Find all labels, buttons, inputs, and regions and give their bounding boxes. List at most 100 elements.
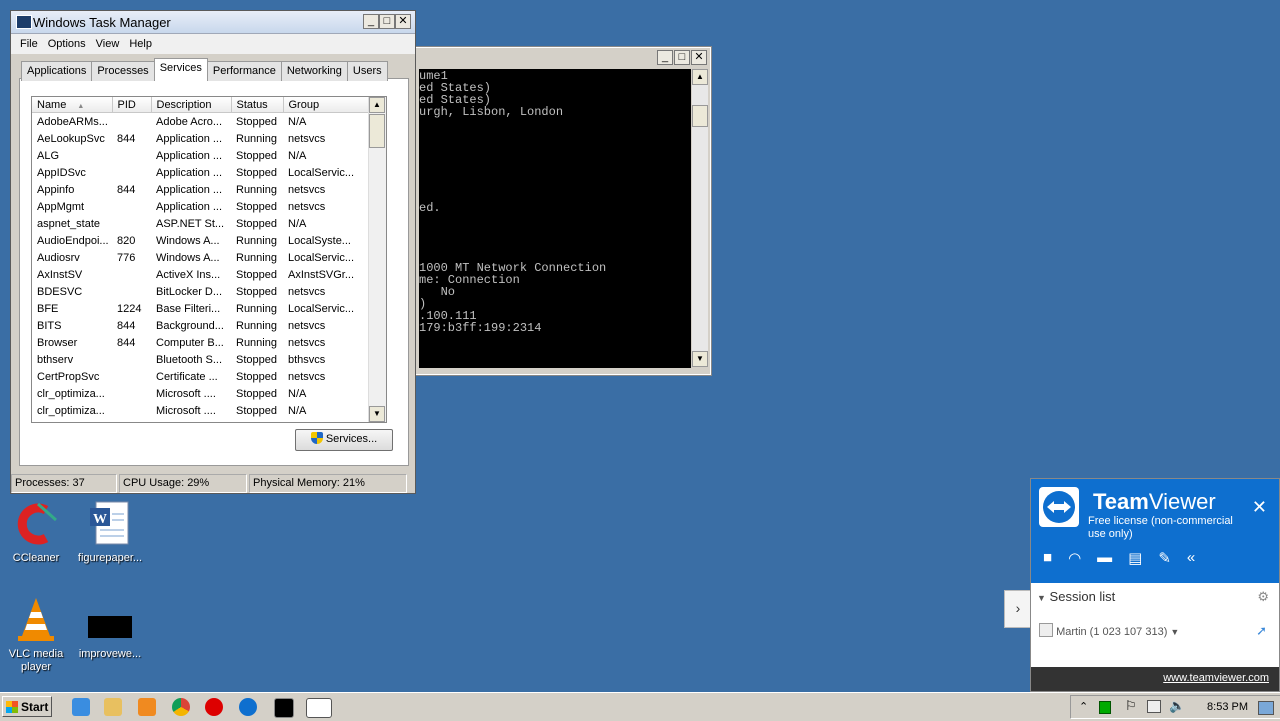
column-header-description[interactable]: Description [151,97,232,113]
desktop-icon-vlc[interactable]: VLC media player [0,596,76,674]
cmd-taskbar-icon[interactable] [274,698,294,718]
table-row[interactable]: AdobeARMs... Adobe Acro... Stopped N/A [32,113,369,131]
services-list[interactable]: Name ▲ PID Description Status Group Adob… [31,96,387,423]
column-header-status[interactable]: Status [231,97,284,113]
table-cell [112,368,151,385]
tab-strip: Applications Processes Services Performa… [21,58,388,81]
table-row[interactable]: AudioEndpoi... 820 Windows A... Running Loca… [32,232,369,249]
collapse-icon[interactable]: « [1187,549,1195,567]
teamviewer-website-link[interactable]: www.teamviewer.com [1163,672,1269,684]
table-row[interactable]: AeLookupSvc 844 Application ... Running nets… [32,130,369,147]
scroll-up-icon[interactable]: ▲ [369,97,385,113]
column-header-group[interactable]: Group [283,97,370,113]
table-cell: 1224 [117,302,142,315]
green-status-icon[interactable] [1099,701,1111,714]
task-manager-taskbar-icon[interactable] [306,698,332,718]
session-list-header[interactable]: ▼ Session list [1037,589,1115,604]
close-button[interactable]: ✕ [395,14,411,29]
column-header-name[interactable]: Name ▲ [32,97,113,113]
scroll-thumb[interactable] [369,114,385,148]
services-scrollbar[interactable]: ▲ ▼ [368,97,386,422]
start-button[interactable]: Start [2,696,52,717]
explorer-folder-icon[interactable] [104,698,122,716]
media-player-icon[interactable] [138,698,156,716]
internet-explorer-icon[interactable] [72,698,90,716]
minimize-button[interactable]: _ [363,14,379,29]
table-row[interactable]: Audiosrv 776 Windows A... Running LocalServi… [32,249,369,266]
menu-help[interactable]: Help [124,34,157,54]
table-cell: Stopped [236,404,277,417]
chat-icon[interactable]: ▬ [1097,549,1112,567]
teamviewer-taskbar-icon[interactable] [239,698,257,716]
tab-applications[interactable]: Applications [21,61,93,81]
table-row[interactable]: CertPropSvc Certificate ... Stopped netsvcs [32,368,369,385]
table-row[interactable]: bthserv Bluetooth S... Stopped bthsvcs [32,351,369,368]
column-header-pid[interactable]: PID [112,97,152,113]
minimize-button[interactable]: _ [657,50,673,65]
scroll-thumb[interactable] [692,105,708,127]
table-row[interactable]: clr_optimiza... Microsoft .... Stopped N/A [32,385,369,402]
clock[interactable]: 8:53 PM [1207,701,1248,713]
files-icon[interactable]: ▤ [1128,549,1142,567]
tab-networking[interactable]: Networking [280,61,348,81]
desktop-icon-figurepaper[interactable]: W figurepaper... [70,500,150,565]
table-cell: Certificate ... [156,370,218,383]
table-row[interactable]: BDESVC BitLocker D... Stopped netsvcs [32,283,369,300]
pointer-icon[interactable]: ➚ [1256,623,1267,639]
teamviewer-expand-button[interactable]: › [1004,590,1031,628]
gear-icon[interactable]: ⚙ [1257,589,1269,605]
table-cell: ALG [37,149,60,162]
console-window[interactable]: _ □ ✕ ume1 ed States) ed States) urgh, Lisb… [412,46,712,376]
teamviewer-panel[interactable]: TeamViewer Free license (non-commercial … [1030,478,1280,692]
table-cell [112,164,151,181]
tab-users[interactable]: Users [346,61,388,81]
desktop-icon-ccleaner[interactable]: CCleaner [0,500,76,565]
desktop-icon-improvewe[interactable]: improvewe... [70,596,150,661]
scroll-down-icon[interactable]: ▼ [692,351,708,367]
maximize-button[interactable]: □ [674,50,690,65]
opera-icon[interactable] [205,698,223,716]
table-row[interactable]: BFE 1224 Base Filteri... Running LocalServic… [32,300,369,317]
close-icon[interactable]: ✕ [1252,497,1267,518]
tab-processes[interactable]: Processes [91,61,155,81]
task-manager-window[interactable]: Windows Task Manager _ □ ✕ File Options … [10,10,416,494]
video-icon[interactable]: ■ [1043,549,1052,567]
services-button[interactable]: Services... [295,429,393,451]
table-row[interactable]: AxInstSV ActiveX Ins... Stopped AxInstSVGr.… [32,266,369,283]
headset-icon[interactable]: ◠ [1068,549,1081,567]
task-manager-icon [16,15,32,29]
table-cell: Microsoft .... [156,404,216,417]
task-manager-titlebar[interactable]: Windows Task Manager _ □ ✕ [11,11,415,34]
table-row[interactable]: clr_optimiza... Microsoft .... Stopped N/A [32,402,369,419]
network-icon[interactable] [1147,700,1161,713]
table-row[interactable]: aspnet_state ASP.NET St... Stopped N/A [32,215,369,232]
table-row[interactable]: AppMgmt Application ... Stopped netsvcs [32,198,369,215]
volume-icon[interactable]: 🔈 [1169,698,1185,714]
table-row[interactable]: Browser 844 Computer B... Running netsvcs [32,334,369,351]
maximize-button[interactable]: □ [379,14,395,29]
console-titlebar[interactable]: _ □ ✕ [413,47,711,69]
close-button[interactable]: ✕ [691,50,707,65]
menu-view[interactable]: View [91,34,125,54]
tab-services[interactable]: Services [153,58,208,81]
action-center-flag-icon[interactable]: ⚐ [1125,698,1137,714]
table-row[interactable]: ALG Application ... Stopped N/A [32,147,369,164]
scroll-down-icon[interactable]: ▼ [369,406,385,422]
chrome-icon[interactable] [172,698,190,716]
scroll-up-icon[interactable]: ▲ [692,69,708,85]
session-entry[interactable]: Martin (1 023 107 313) ▼ [1039,623,1179,638]
menu-options[interactable]: Options [43,34,91,54]
table-row[interactable]: AppIDSvc Application ... Stopped LocalServi… [32,164,369,181]
table-cell [112,113,151,131]
pen-icon[interactable]: ✎ [1158,549,1171,567]
console-scrollbar[interactable]: ▲ ▼ [692,69,708,367]
table-cell: BFE [37,302,59,315]
menu-file[interactable]: File [15,34,43,54]
table-row[interactable]: BITS 844 Background... Running netsvcs [32,317,369,334]
show-desktop-icon[interactable] [1258,701,1274,715]
table-cell [112,385,151,402]
tray-expand-icon[interactable]: ⌃ [1079,700,1088,713]
table-row[interactable]: Appinfo 844 Application ... Running netsvcs [32,181,369,198]
tab-performance[interactable]: Performance [206,61,282,81]
console-line: No [419,285,456,299]
